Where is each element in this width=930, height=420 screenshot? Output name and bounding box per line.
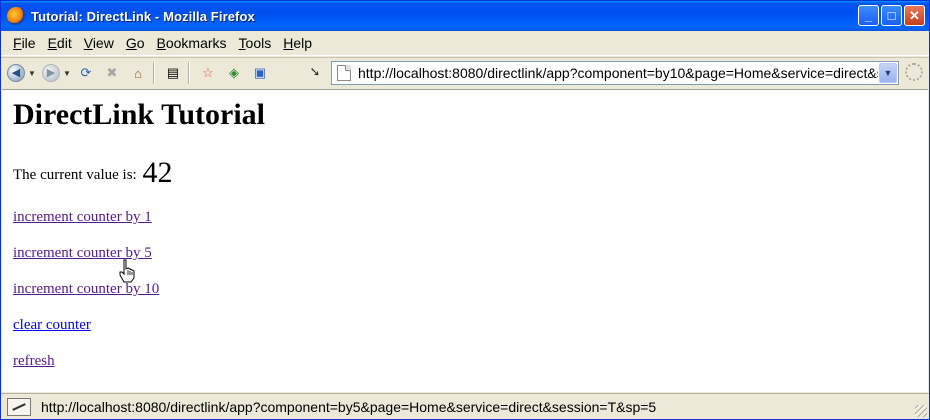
print-icon: ▤ — [166, 65, 180, 80]
stop-button[interactable]: ✖ — [101, 62, 123, 84]
current-value-line: The current value is: 42 — [13, 156, 172, 190]
forward-history-dropdown[interactable]: ▼ — [63, 69, 71, 78]
status-text: http://localhost:8080/directlink/app?com… — [41, 398, 657, 415]
address-dropdown-button[interactable]: ▼ — [879, 63, 897, 83]
bookmark-button[interactable]: ☆ — [197, 62, 219, 84]
home-icon: ⌂ — [134, 65, 142, 81]
browser-window: Tutorial: DirectLink - Mozilla Firefox _… — [0, 0, 930, 420]
close-button[interactable]: ✕ — [904, 5, 925, 26]
hand-pointer-cursor-icon — [119, 259, 135, 283]
minimize-button[interactable]: _ — [858, 5, 879, 26]
new-window-button[interactable]: ▣ — [249, 62, 271, 84]
title-bar: Tutorial: DirectLink - Mozilla Firefox _… — [1, 1, 929, 31]
refresh-link[interactable]: refresh — [13, 353, 55, 370]
page-content: DirectLink Tutorial The current value is… — [2, 89, 928, 392]
back-history-dropdown[interactable]: ▼ — [28, 69, 36, 78]
address-bar[interactable]: http://localhost:8080/directlink/app?com… — [331, 61, 899, 85]
increment-by-1-link[interactable]: increment counter by 1 — [13, 209, 152, 226]
throbber-icon — [905, 63, 923, 81]
stop-icon: ✖ — [106, 65, 118, 80]
new-window-icon: ▣ — [253, 65, 267, 80]
status-bar: http://localhost:8080/directlink/app?com… — [1, 393, 929, 419]
window-controls: _ □ ✕ — [858, 5, 925, 26]
address-input[interactable]: http://localhost:8080/directlink/app?com… — [358, 65, 878, 81]
menu-bookmarks[interactable]: Bookmarks — [151, 35, 233, 51]
clear-counter-link[interactable]: clear counter — [13, 317, 91, 334]
page-icon — [337, 65, 351, 81]
history-button[interactable]: ◈ — [223, 62, 245, 84]
home-button[interactable]: ⌂ — [127, 62, 149, 84]
forward-icon: ▶ — [42, 64, 60, 82]
current-value: 42 — [142, 156, 173, 189]
menu-tools[interactable]: Tools — [233, 35, 278, 51]
menu-file[interactable]: File — [7, 35, 42, 51]
maximize-button[interactable]: □ — [881, 5, 902, 26]
back-icon: ◀ — [7, 64, 25, 82]
history-icon: ◈ — [229, 65, 239, 80]
toolbar-separator — [153, 62, 154, 84]
go-icon[interactable]: ➘ — [306, 64, 324, 82]
print-button[interactable]: ▤ — [162, 62, 184, 84]
menu-view[interactable]: View — [78, 35, 120, 51]
window-title: Tutorial: DirectLink - Mozilla Firefox — [31, 8, 255, 24]
toolbar-separator — [188, 62, 189, 84]
menu-help[interactable]: Help — [277, 35, 318, 51]
reload-button[interactable]: ⟳ — [75, 62, 97, 84]
menu-bar: File Edit View Go Bookmarks Tools Help — [1, 31, 929, 56]
increment-by-10-link[interactable]: increment counter by 10 — [13, 281, 159, 298]
star-icon: ☆ — [202, 65, 214, 80]
connection-status-icon — [7, 397, 31, 416]
current-value-label: The current value is: — [13, 167, 137, 183]
menu-edit[interactable]: Edit — [42, 35, 78, 51]
menu-go[interactable]: Go — [120, 35, 151, 51]
navigation-toolbar: ◀ ▼ ▶ ▼ ⟳ ✖ ⌂ ▤ ☆ ◈ ▣ ➘ http://localhost… — [1, 57, 929, 88]
forward-button[interactable]: ▶ — [40, 62, 62, 84]
firefox-logo-icon — [7, 7, 25, 25]
reload-icon: ⟳ — [80, 65, 92, 80]
resize-grip-icon[interactable] — [915, 405, 927, 417]
back-button[interactable]: ◀ — [5, 62, 27, 84]
page-title: DirectLink Tutorial — [13, 98, 265, 131]
